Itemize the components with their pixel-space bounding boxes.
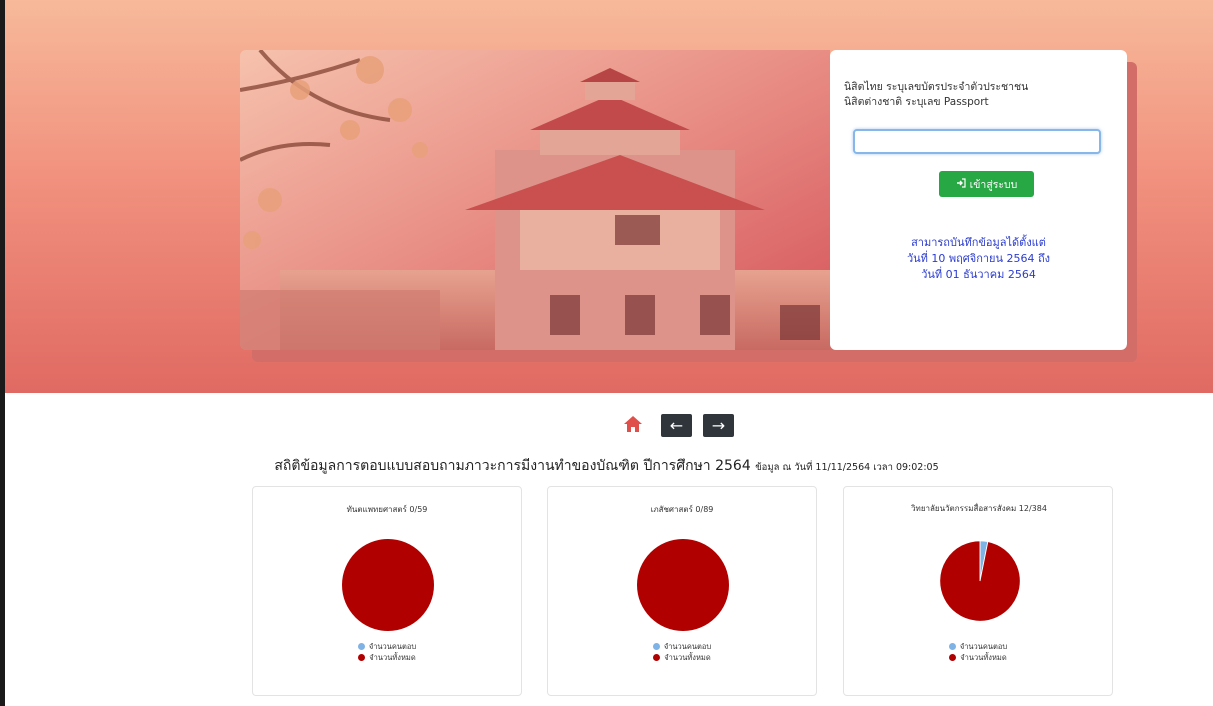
- legend-answered-marker: [652, 643, 660, 650]
- id-number-input[interactable]: [853, 129, 1101, 154]
- chart-title: เภสัชศาสตร์ 0/89: [650, 505, 714, 514]
- legend-answered-marker: [948, 643, 956, 650]
- stats-title: สถิติข้อมูลการตอบแบบสอบถามภาวะการมีงานทำ…: [274, 458, 751, 474]
- previous-button[interactable]: ←: [661, 414, 692, 437]
- chart-title: วิทยาลัยนวัตกรรมสื่อสารสังคม 12/384: [911, 504, 1047, 513]
- pie-slice-total: [637, 539, 729, 631]
- chart-card-social-communication: วิทยาลัยนวัตกรรมสื่อสารสังคม 12/384 จำนว…: [843, 486, 1113, 696]
- stats-asof: ข้อมูล ณ วันที่ 11/11/2564 เวลา 09:02:05: [755, 462, 939, 473]
- legend-answered-marker: [357, 643, 365, 650]
- sign-in-icon: [956, 177, 966, 191]
- legend-total-marker: [949, 654, 957, 661]
- chart-title: ทันตแพทยศาสตร์ 0/59: [346, 505, 428, 514]
- instruction-foreign: นิสิตต่างชาติ ระบุเลข Passport: [844, 96, 989, 108]
- login-panel: นิสิตไทย ระบุเลขบัตรประจำตัวประชาชน นิสิ…: [830, 50, 1127, 350]
- login-button[interactable]: เข้าสู่ระบบ: [939, 171, 1034, 197]
- chart-card-pharmacy: เภสัชศาสตร์ 0/89 จำนวนคนตอบ จำนวนทั้งหมด: [547, 486, 817, 696]
- legend-total-label: จำนวนทั้งหมด: [664, 652, 711, 662]
- university-building-photo: [240, 50, 830, 350]
- legend-total-marker: [358, 654, 366, 661]
- chart-card-dentistry: ทันตแพทยศาสตร์ 0/59 จำนวนคนตอบ จำนวนทั้ง…: [252, 486, 522, 696]
- chart-legend: จำนวนคนตอบ จำนวนทั้งหมด: [253, 641, 521, 663]
- pie-slice-total: [342, 539, 434, 631]
- legend-total-marker: [653, 654, 661, 661]
- chart-legend: จำนวนคนตอบ จำนวนทั้งหมด: [548, 641, 816, 663]
- arrow-right-icon: →: [711, 416, 726, 435]
- pie-chart: [637, 539, 729, 631]
- stats-heading: สถิติข้อมูลการตอบแบบสอบถามภาวะการมีงานทำ…: [0, 455, 1213, 477]
- pie-slice-total: [939, 540, 1021, 622]
- legend-total-label: จำนวนทั้งหมด: [960, 652, 1007, 662]
- login-card: นิสิตไทย ระบุเลขบัตรประจำตัวประชาชน นิสิ…: [240, 50, 1127, 350]
- legend-total-label: จำนวนทั้งหมด: [369, 652, 416, 662]
- login-button-label: เข้าสู่ระบบ: [969, 178, 1018, 191]
- home-icon[interactable]: [623, 415, 643, 437]
- pie-chart: [939, 540, 1021, 622]
- next-button[interactable]: →: [703, 414, 734, 437]
- arrow-left-icon: ←: [669, 416, 684, 435]
- chart-legend: จำนวนคนตอบ จำนวนทั้งหมด: [844, 641, 1112, 663]
- pie-chart: [342, 539, 434, 631]
- chart-navigation: ← →: [0, 412, 1213, 438]
- notice-line-3: วันที่ 01 ธันวาคม 2564: [921, 268, 1036, 281]
